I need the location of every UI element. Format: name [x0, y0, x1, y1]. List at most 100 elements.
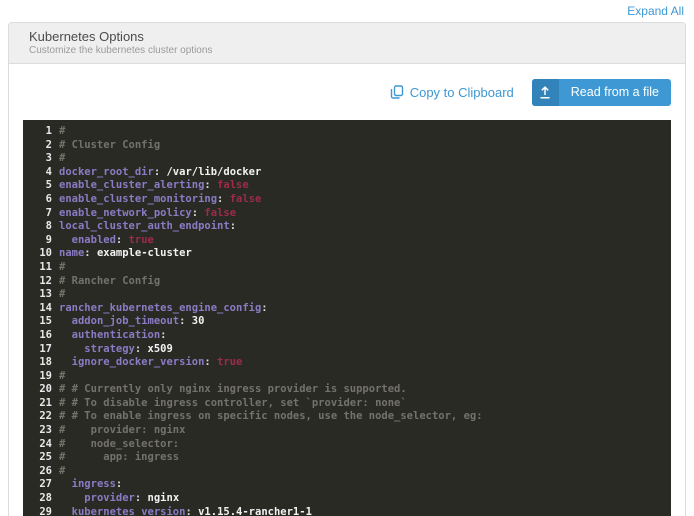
code-token: # Cluster Config [59, 138, 161, 151]
code-token: rancher_kubernetes_engine_config [59, 301, 262, 314]
code-text: kubernetes_version: v1.15.4-rancher1-1 [59, 506, 312, 516]
line-number: 8 [45, 220, 52, 233]
code-token: : [134, 492, 148, 505]
code-token: # [59, 464, 66, 477]
line-number: 15 [39, 315, 52, 328]
read-from-file-button[interactable]: Read from a file [531, 78, 671, 106]
code-text: # app: ingress [59, 451, 179, 465]
code-token: : [185, 505, 199, 516]
code-line: 22 # # To enable ingress on specific node… [23, 410, 671, 424]
code-token: false [204, 206, 237, 219]
code-line: 17 strategy: x509 [23, 343, 671, 357]
line-number: 13 [39, 288, 52, 301]
code-token: addon_job_timeout [71, 315, 180, 328]
code-token: : [229, 220, 237, 233]
line-number: 4 [45, 165, 52, 178]
line-number: 21 [39, 396, 52, 409]
code-line: 7 enable_network_policy: false [23, 207, 671, 221]
code-text: name: example-cluster [59, 247, 192, 261]
yaml-code-editor[interactable]: 1 #2 # Cluster Config 3 #4 docker_root_dir: /… [23, 120, 671, 516]
line-number: 2 [45, 138, 52, 151]
code-token: strategy [84, 342, 135, 355]
code-text: provider: nginx [59, 492, 179, 506]
code-token: : [115, 233, 129, 246]
code-text: docker_root_dir: /var/lib/docker [59, 166, 261, 180]
code-token: true [217, 356, 243, 369]
code-text: # node_selector: [59, 438, 179, 452]
code-line: 8 local_cluster_auth_endpoint: [23, 220, 671, 234]
code-token: : [261, 301, 268, 314]
code-text: enable_cluster_monitoring: false [59, 193, 261, 207]
code-text: # [59, 370, 65, 384]
code-line: 4 docker_root_dir: /var/lib/docker [23, 166, 671, 180]
code-text: # [59, 152, 65, 166]
code-line: 1 # [23, 125, 671, 139]
code-token: : [153, 165, 167, 178]
line-number: 22 [39, 410, 52, 423]
code-token: # [59, 125, 66, 137]
code-line: 13 # [23, 288, 671, 302]
code-token: enabled [71, 233, 116, 246]
code-line: 27 ingress: [23, 478, 671, 492]
upload-arrow-icon [531, 78, 559, 106]
code-token: : [204, 356, 218, 369]
code-text: strategy: x509 [59, 343, 173, 357]
copy-to-clipboard-button[interactable]: Copy to Clipboard [390, 85, 514, 100]
code-token: # # To enable ingress on specific nodes,… [59, 410, 483, 423]
code-token: enable_cluster_monitoring [59, 192, 218, 205]
code-text: enable_network_policy: false [59, 207, 236, 221]
code-token: : [191, 206, 205, 219]
code-text: # [59, 288, 65, 302]
line-number: 28 [39, 492, 52, 505]
code-line: 20 # # Currently only nginx ingress provi… [23, 383, 671, 397]
code-text: enable_cluster_alerting: false [59, 179, 249, 193]
line-number: 14 [39, 301, 52, 314]
code-line: 12 # Rancher Config [23, 275, 671, 289]
copy-to-clipboard-label: Copy to Clipboard [409, 84, 514, 100]
code-token: # [59, 288, 66, 301]
code-token: false [217, 179, 249, 192]
code-token: 30 [191, 315, 205, 328]
code-token: false [229, 192, 262, 205]
code-token: : [217, 192, 230, 205]
code-line: 18 ignore_docker_version: true [23, 356, 671, 370]
code-line: 29 kubernetes_version: v1.15.4-rancher1-… [23, 506, 671, 516]
code-line: 21 # # To disable ingress controller, set… [23, 397, 671, 411]
line-number: 20 [39, 383, 52, 396]
code-token: enable_network_policy [59, 206, 192, 219]
code-token: : [134, 342, 148, 355]
code-text: # [59, 465, 65, 479]
code-token: # app: ingress [59, 451, 180, 464]
code-line: 11 # [23, 261, 671, 275]
code-line: 28 provider: nginx [23, 492, 671, 506]
copy-pages-icon [390, 85, 404, 99]
code-line: 14 rancher_kubernetes_engine_config: [23, 302, 671, 316]
code-text: # Rancher Config [59, 275, 160, 289]
code-token: example-cluster [96, 247, 192, 260]
panel-header: Kubernetes Options Customize the kuberne… [9, 23, 685, 64]
top-bar: Expand All [0, 0, 694, 22]
line-number: 27 [39, 478, 52, 491]
code-token: : [115, 478, 123, 491]
code-line: 24 # node_selector: [23, 438, 671, 452]
editor-toolbar: Copy to Clipboard Read from a file [23, 74, 671, 110]
panel-body: Copy to Clipboard Read from a file 1 #2 # … [9, 64, 685, 516]
line-number: 3 [45, 152, 52, 165]
code-text: # Cluster Config [59, 139, 160, 153]
code-token: : [179, 315, 192, 328]
code-token: ignore_docker_version [71, 356, 205, 369]
expand-all-link[interactable]: Expand All [627, 4, 684, 18]
code-token: # [59, 260, 66, 273]
code-text: addon_job_timeout: 30 [59, 315, 205, 329]
code-line: 10 name: example-cluster [23, 247, 671, 261]
code-line: 16 authentication: [23, 329, 671, 343]
code-line: 15 addon_job_timeout: 30 [23, 315, 671, 329]
code-text: # provider: nginx [59, 424, 185, 438]
code-token: authentication [71, 328, 161, 341]
code-token: local_cluster_auth_endpoint [59, 220, 230, 233]
code-line: 2 # Cluster Config [23, 139, 671, 153]
code-token: # Rancher Config [59, 274, 161, 287]
